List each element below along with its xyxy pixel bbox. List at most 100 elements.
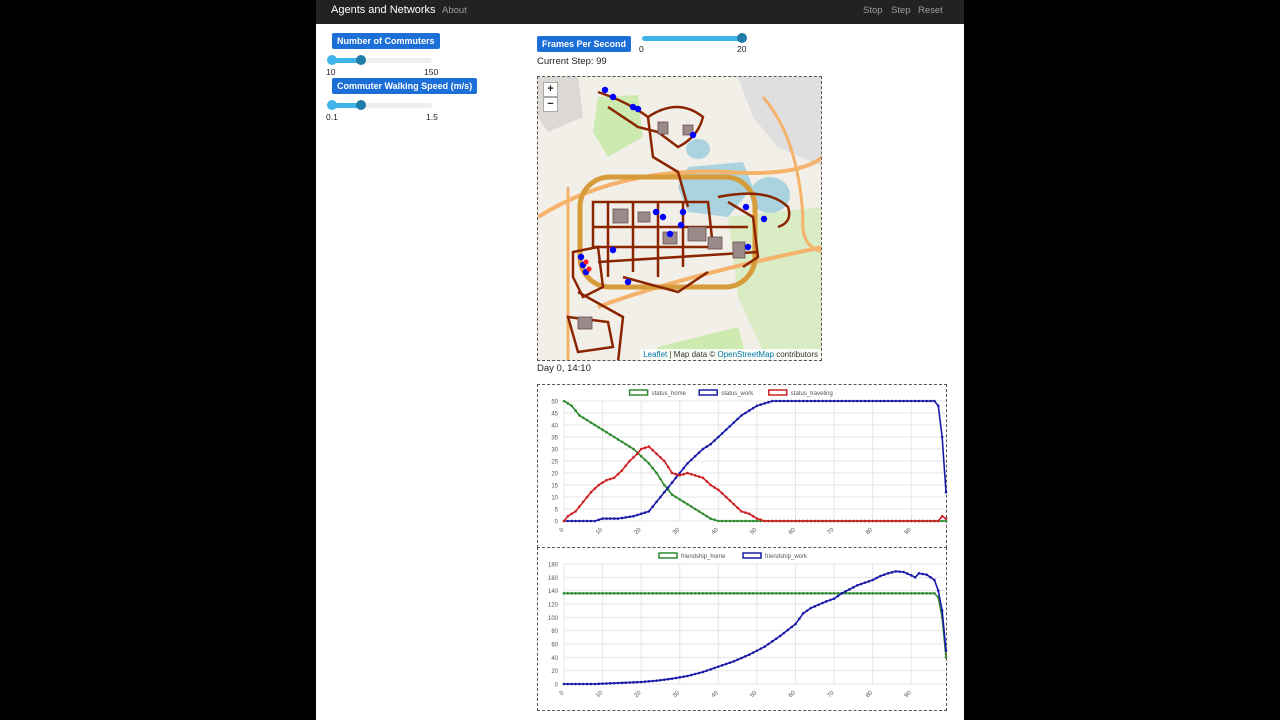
data-point-friendship_work: [863, 581, 867, 584]
data-point-status_work: [944, 490, 948, 494]
data-point-status_traveling: [890, 519, 894, 523]
data-point-friendship_work: [605, 682, 608, 685]
data-point-status_traveling: [713, 486, 716, 489]
speed-slider[interactable]: [327, 98, 432, 112]
data-point-status_traveling: [855, 519, 859, 523]
data-point-status_home: [751, 519, 755, 523]
data-point-status_work: [855, 399, 859, 403]
fps-label: Frames Per Second: [537, 36, 632, 52]
data-point-friendship_work: [817, 603, 820, 606]
stop-button[interactable]: Stop: [863, 5, 883, 16]
data-point-status_home: [659, 477, 662, 481]
data-point-status_traveling: [709, 483, 712, 487]
data-point-friendship_home: [771, 592, 774, 595]
data-point-status_traveling: [767, 519, 770, 523]
data-point-status_traveling: [647, 445, 651, 448]
data-point-status_traveling: [744, 511, 747, 514]
data-point-status_work: [589, 519, 593, 523]
data-point-status_home: [632, 447, 635, 451]
data-point-status_traveling: [879, 519, 882, 523]
map-attribution: Leaflet | Map data © OpenStreetMap contr…: [640, 349, 821, 360]
fps-slider[interactable]: [642, 31, 747, 45]
x-tick-label: 40: [711, 527, 720, 536]
data-point-status_work: [690, 458, 693, 462]
data-point-status_work: [740, 414, 743, 417]
legend-label: status_home: [652, 391, 687, 397]
data-point-status_traveling: [682, 472, 685, 476]
map-view[interactable]: + − Leaflet | Map data © OpenStreetMap c…: [537, 76, 822, 361]
about-link[interactable]: About: [442, 5, 467, 16]
data-point-friendship_work: [890, 571, 894, 574]
data-point-friendship_work: [759, 647, 763, 650]
y-tick-label: 160: [548, 576, 559, 582]
x-tick-label: 60: [788, 527, 797, 536]
data-point-friendship_home: [782, 592, 786, 595]
data-point-status_traveling: [836, 519, 840, 523]
y-tick-label: 40: [551, 424, 558, 430]
data-point-friendship_work: [848, 588, 851, 591]
data-point-status_work: [601, 517, 604, 520]
data-point-friendship_work: [867, 580, 871, 583]
data-point-status_work: [759, 403, 763, 406]
x-tick-label: 70: [827, 527, 836, 536]
data-point-status_work: [663, 490, 666, 494]
reset-button[interactable]: Reset: [918, 5, 943, 16]
data-point-status_traveling: [917, 519, 921, 523]
step-button[interactable]: Step: [891, 5, 911, 16]
data-point-friendship_work: [859, 582, 863, 586]
data-point-friendship_work: [740, 656, 743, 660]
brand-title[interactable]: Agents and Networks: [331, 4, 436, 16]
zoom-in-button[interactable]: +: [543, 82, 558, 97]
slider-handle[interactable]: [355, 55, 366, 65]
slider-handle[interactable]: [355, 100, 366, 110]
data-point-status_traveling: [805, 519, 809, 523]
data-point-friendship_home: [759, 592, 763, 595]
data-point-status_work: [774, 399, 778, 403]
data-point-friendship_home: [774, 592, 778, 595]
data-point-friendship_home: [817, 592, 820, 595]
data-point-status_traveling: [717, 488, 720, 492]
data-point-status_work: [686, 462, 689, 465]
leaflet-link[interactable]: Leaflet: [643, 350, 667, 359]
slider-min-handle[interactable]: [327, 55, 337, 65]
commuters-slider[interactable]: [327, 53, 432, 67]
data-point-friendship_home: [728, 592, 732, 595]
data-point-status_traveling: [639, 447, 643, 451]
x-tick-label: 40: [711, 690, 720, 699]
y-tick-label: 10: [551, 496, 558, 502]
data-point-friendship_work: [805, 609, 809, 612]
data-point-friendship_work: [875, 576, 878, 580]
legend-label: status_work: [721, 391, 754, 397]
data-point-status_home: [713, 518, 716, 522]
map-tiles: [538, 77, 821, 360]
data-point-friendship_work: [693, 672, 697, 676]
data-point-friendship_work: [612, 681, 616, 685]
data-point-status_traveling: [809, 519, 813, 523]
slider-handle[interactable]: [737, 33, 747, 43]
data-point-friendship_home: [713, 592, 716, 595]
data-point-status_work: [840, 399, 844, 403]
data-point-friendship_work: [628, 681, 631, 684]
data-point-status_traveling: [933, 519, 936, 523]
data-point-friendship_home: [933, 592, 936, 595]
data-point-status_traveling: [882, 519, 886, 523]
data-point-friendship_home: [917, 592, 921, 595]
data-point-friendship_work: [686, 674, 689, 678]
zoom-out-button[interactable]: −: [543, 97, 558, 112]
data-point-status_work: [836, 399, 840, 403]
data-point-friendship_work: [562, 682, 566, 686]
data-point-friendship_home: [636, 592, 639, 595]
data-point-status_home: [597, 426, 601, 429]
data-point-status_work: [732, 421, 736, 424]
data-point-status_work: [717, 435, 720, 439]
x-tick-label: 20: [634, 690, 643, 699]
data-point-friendship_home: [890, 592, 894, 595]
data-point-status_work: [771, 399, 774, 403]
slider-min-handle[interactable]: [327, 100, 337, 110]
data-point-status_work: [817, 399, 820, 403]
data-point-status_work: [643, 511, 647, 514]
data-point-friendship_home: [624, 592, 628, 595]
osm-link[interactable]: OpenStreetMap: [717, 350, 773, 359]
data-point-status_work: [674, 476, 678, 480]
data-point-status_work: [605, 517, 608, 520]
